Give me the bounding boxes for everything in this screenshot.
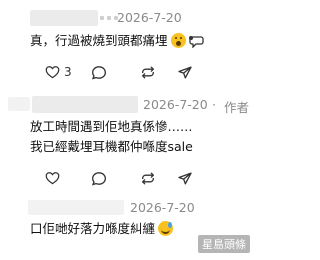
share-button[interactable] [177,168,193,188]
username-redacted [28,200,124,215]
face-with-open-mouth-icon [170,33,186,48]
reply-button[interactable] [91,62,107,82]
like-count: 3 [64,65,72,79]
watermark-logo: 星島頭條 [198,235,250,253]
comment-text: 口佢哋好落力喺度糾纏 [30,219,174,239]
comment-icon [91,65,107,80]
meta-separator: · [212,97,216,112]
speech-bubble-icon [188,34,204,54]
like-button[interactable] [45,168,60,188]
repost-button[interactable] [140,62,156,82]
comment-text: 放工時間遇到佢地真係慘…… 我已經戴埋耳機都仲喺度sale [30,117,193,157]
heart-icon [45,172,60,185]
comment-text-line: 我已經戴埋耳機都仲喺度sale [30,139,193,154]
comment-text-line: 放工時間遇到佢地真係慘…… [30,119,193,134]
comment-text-line: 口佢哋好落力喺度糾纏 [30,221,156,236]
comment-2-actions [0,168,256,188]
comment-text: 真，行過被燒到頭都痛埋 [30,31,204,54]
comment-date: 2026-7-20 [143,97,208,112]
reply-button[interactable] [91,168,107,188]
comment-1-actions: 3 [0,62,256,82]
repost-icon [142,66,154,79]
username-redacted [30,10,98,26]
author-tag: 作者 [224,100,250,115]
repost-icon [142,172,154,184]
share-button[interactable] [177,62,193,82]
username-redacted [8,97,30,111]
heart-icon [45,66,60,79]
comment-text-line: 真，行過被燒到頭都痛埋 [30,33,168,48]
username-redacted [32,96,138,113]
like-button[interactable]: 3 [45,62,72,82]
comment-date: 2026-7-20 [117,10,182,25]
comment-icon [91,171,107,186]
repost-button[interactable] [140,168,156,188]
sweat-smile-face-icon [158,221,174,236]
redaction-dots [100,16,118,20]
comment-3-meta: 2026-7-20 [0,198,256,218]
share-icon [178,66,192,79]
comment-2-meta: 2026-7-20 · 作者 [0,95,256,115]
comment-1-meta: 2026-7-20 [0,8,256,28]
share-icon [178,172,192,184]
comment-date: 2026-7-20 [130,200,195,215]
